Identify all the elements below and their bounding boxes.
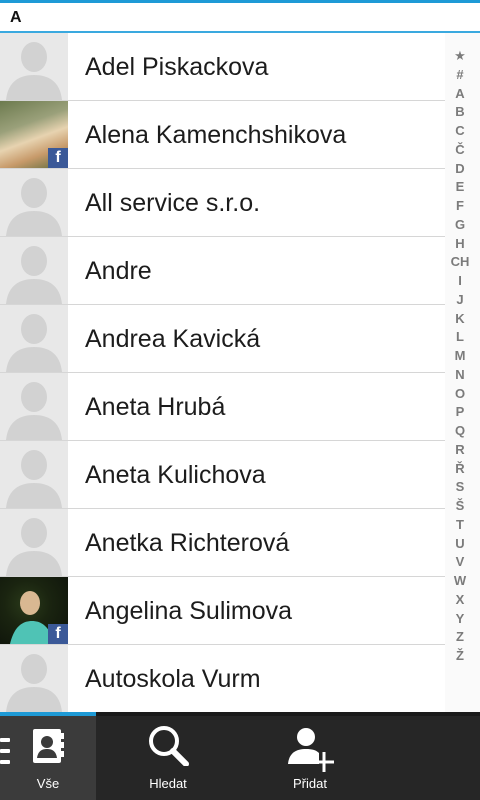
contact-row[interactable]: Aneta Hrubá (0, 373, 445, 441)
contact-photo: f (0, 577, 68, 644)
tab-all[interactable]: Vše (0, 712, 96, 800)
index-letter[interactable]: G (446, 217, 474, 232)
alphabet-index-scrubber[interactable]: ★ # A B C Č D E F G H CH I J K L M N O P Q R Ř S Š T U V W X Y Z Ž (446, 48, 474, 668)
index-letter[interactable]: E (446, 179, 474, 194)
contact-name: Autoskola Vurm (85, 665, 261, 693)
index-letter[interactable]: F (446, 198, 474, 213)
index-letter[interactable]: Č (446, 142, 474, 157)
index-letter[interactable]: A (446, 86, 474, 101)
index-letter[interactable]: Z (446, 629, 474, 644)
index-letter[interactable]: L (446, 329, 474, 344)
index-letter[interactable]: C (446, 123, 474, 138)
contact-row[interactable]: Aneta Kulichova (0, 441, 445, 509)
index-letter[interactable]: T (446, 517, 474, 532)
facebook-icon: f (48, 624, 68, 644)
contact-name: Angelina Sulimova (85, 597, 293, 625)
index-letter[interactable]: K (446, 311, 474, 326)
contact-name: All service s.r.o. (85, 189, 261, 217)
contact-name: Andrea Kavická (85, 325, 261, 353)
facebook-icon: f (48, 148, 68, 168)
avatar-placeholder-icon (0, 305, 68, 372)
contact-row[interactable]: f Alena Kamenchshikova (0, 101, 445, 169)
index-letter[interactable]: P (446, 404, 474, 419)
overflow-menu-icon[interactable] (0, 738, 10, 772)
search-icon (147, 724, 189, 771)
index-letter[interactable]: I (446, 273, 474, 288)
index-letter[interactable]: M (446, 348, 474, 363)
index-letter[interactable]: J (446, 292, 474, 307)
contact-row[interactable]: All service s.r.o. (0, 169, 445, 237)
index-letter[interactable]: Y (446, 611, 474, 626)
index-letter[interactable]: Ř (446, 461, 474, 476)
contact-name: Anetka Richterová (85, 529, 290, 557)
contact-row[interactable]: Andrea Kavická (0, 305, 445, 373)
index-letter[interactable]: N (446, 367, 474, 382)
tab-add-label: Přidat (293, 776, 327, 791)
contact-name: Aneta Kulichova (85, 461, 266, 489)
index-letter[interactable]: Š (446, 498, 474, 513)
contact-name: Adel Piskackova (85, 53, 269, 81)
tab-all-label: Vše (36, 776, 60, 791)
contacts-app: A Adel Piskackova f Alena Kamenchshikova… (0, 0, 480, 800)
tab-search[interactable]: Hledat (120, 712, 216, 800)
avatar-placeholder-icon (0, 169, 68, 236)
index-letter[interactable]: # (446, 67, 474, 82)
add-contact-icon (286, 724, 334, 777)
index-letter[interactable]: Q (446, 423, 474, 438)
index-letter[interactable]: D (446, 161, 474, 176)
index-letter[interactable]: Ž (446, 648, 474, 663)
avatar-placeholder-icon (0, 645, 68, 712)
contact-photo: f (0, 101, 68, 168)
index-letter[interactable]: B (446, 104, 474, 119)
index-letter[interactable]: O (446, 386, 474, 401)
contact-row[interactable]: Andre (0, 237, 445, 305)
contact-row[interactable]: Anetka Richterová (0, 509, 445, 577)
index-letter[interactable]: W (446, 573, 474, 588)
avatar-placeholder-icon (0, 509, 68, 576)
contacts-book-icon (31, 728, 65, 769)
index-letter[interactable]: S (446, 479, 474, 494)
index-letter[interactable]: ★ (446, 48, 474, 64)
index-letter[interactable]: R (446, 442, 474, 457)
bottom-action-bar: Vše Hledat Přidat (0, 712, 480, 800)
contact-list[interactable]: Adel Piskackova f Alena Kamenchshikova A… (0, 33, 445, 712)
avatar-placeholder-icon (0, 373, 68, 440)
tab-add[interactable]: Přidat (262, 712, 358, 800)
contact-row[interactable]: Autoskola Vurm (0, 645, 445, 712)
contact-name: Aneta Hrubá (85, 393, 226, 421)
contact-row[interactable]: f Angelina Sulimova (0, 577, 445, 645)
section-header-letter: A (10, 9, 22, 26)
avatar-placeholder-icon (0, 33, 68, 100)
index-letter[interactable]: V (446, 554, 474, 569)
avatar-placeholder-icon (0, 237, 68, 304)
index-letter[interactable]: H (446, 236, 474, 251)
index-letter[interactable]: X (446, 592, 474, 607)
contact-name: Alena Kamenchshikova (85, 121, 347, 149)
contact-name: Andre (85, 257, 152, 285)
index-letter[interactable]: CH (446, 254, 474, 269)
contact-row[interactable]: Adel Piskackova (0, 33, 445, 101)
tab-search-label: Hledat (149, 776, 187, 791)
avatar-placeholder-icon (0, 441, 68, 508)
section-header: A (0, 3, 480, 33)
index-letter[interactable]: U (446, 536, 474, 551)
